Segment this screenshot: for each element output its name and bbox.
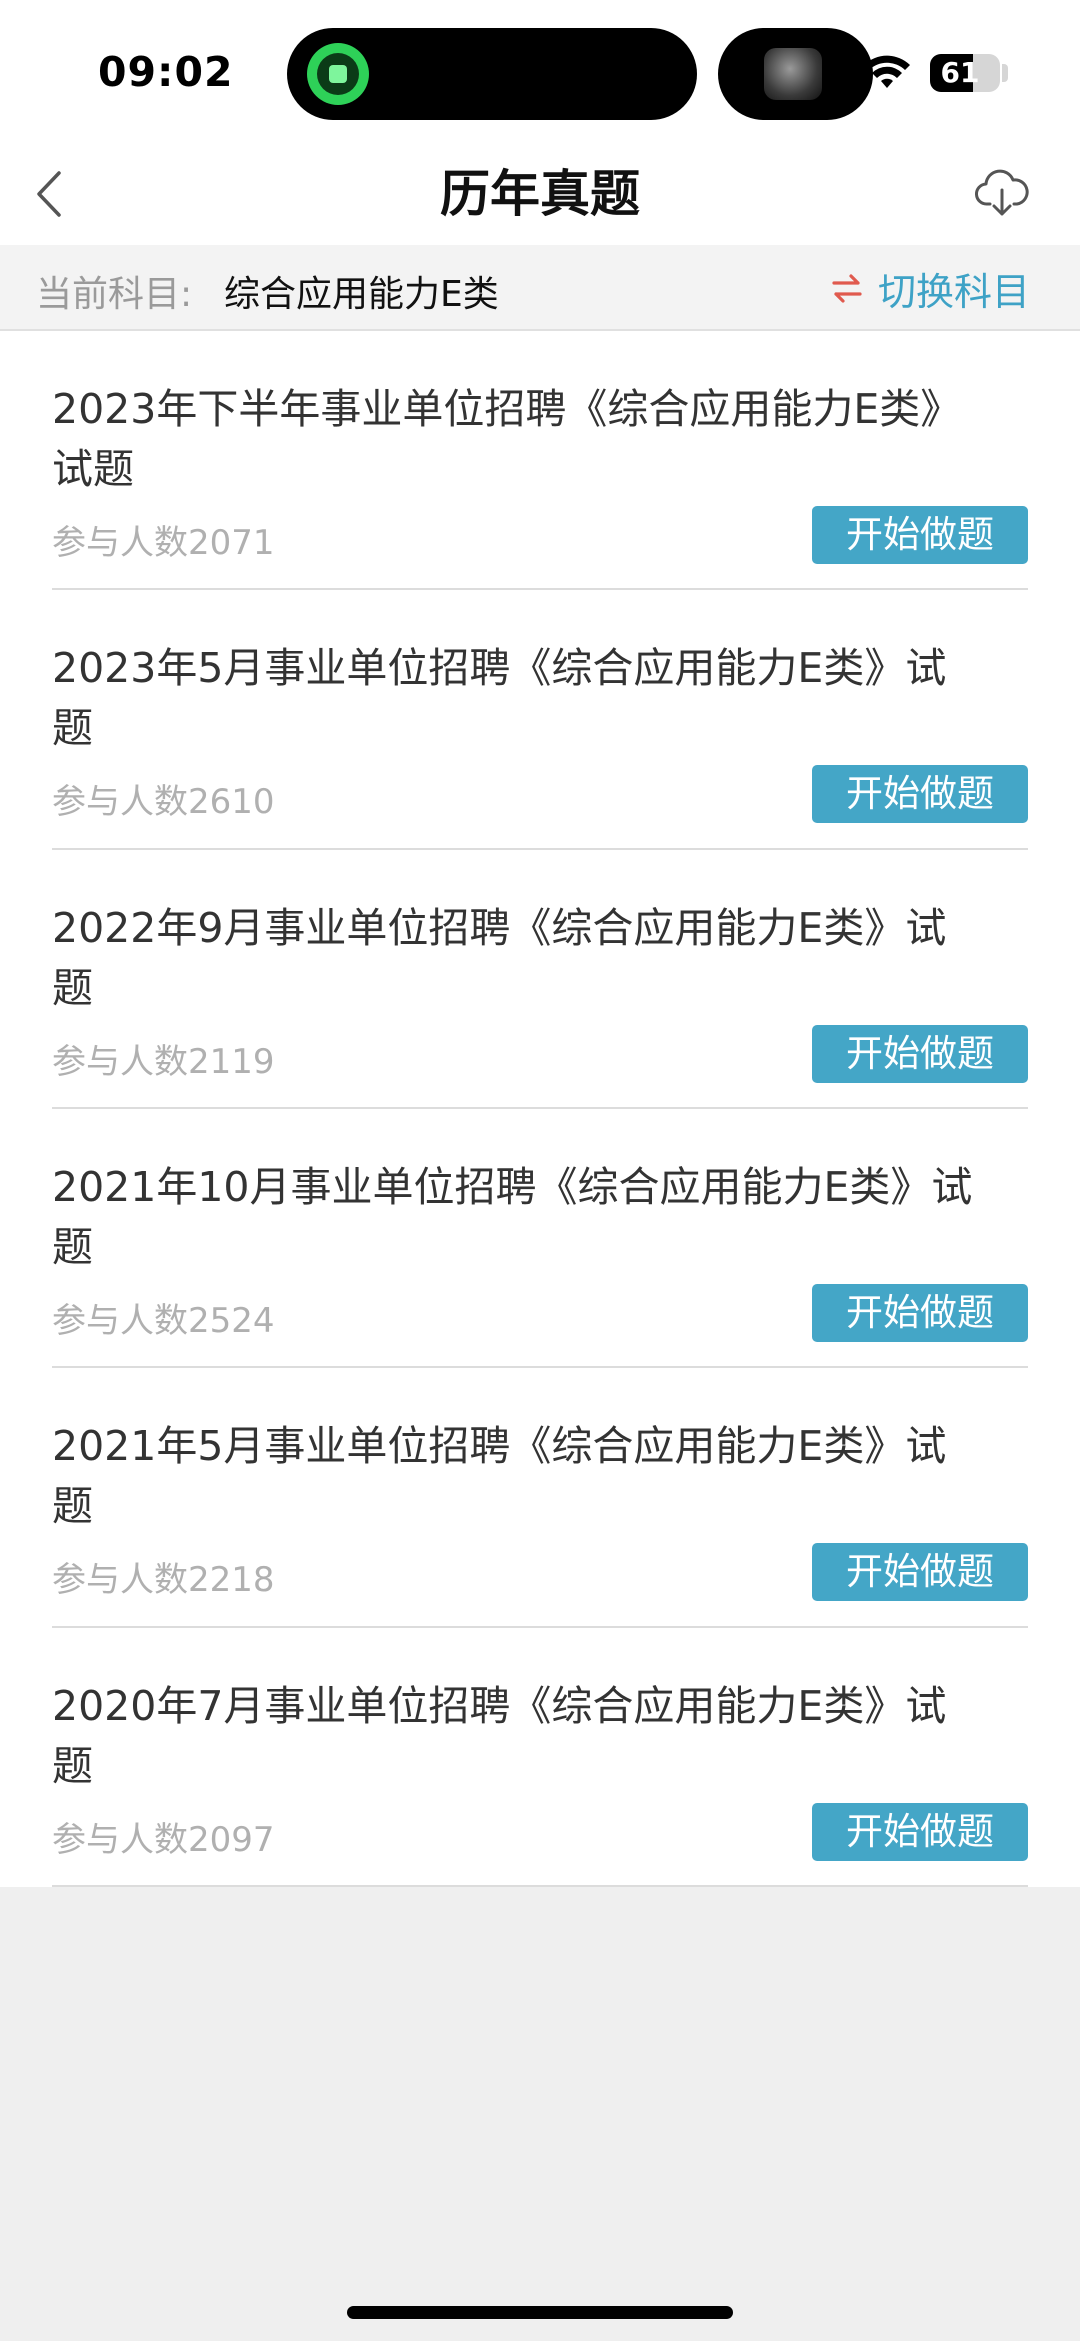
participant-count: 参与人数2218	[52, 1560, 275, 1601]
exam-title: 2023年5月事业单位招聘《综合应用能力E类》试题	[52, 644, 947, 753]
battery-icon: 61	[930, 54, 1000, 92]
exam-list-item[interactable]: 2021年10月事业单位招聘《综合应用能力E类》试题 参与人数2524 开始做题	[52, 1109, 1028, 1369]
exam-list: 2023年下半年事业单位招聘《综合应用能力E类》试题 参与人数2071 开始做题…	[0, 331, 1080, 1887]
start-exam-button[interactable]: 开始做题	[812, 506, 1028, 564]
dynamic-island-camera[interactable]	[718, 28, 873, 120]
exam-list-item[interactable]: 2021年5月事业单位招聘《综合应用能力E类》试题 参与人数2218 开始做题	[52, 1368, 1028, 1628]
recording-app-icon	[307, 43, 369, 105]
switch-subject-button[interactable]: 切换科目	[830, 259, 1030, 317]
battery-percent: 61	[940, 56, 980, 89]
exam-title: 2020年7月事业单位招聘《综合应用能力E类》试题	[52, 1681, 947, 1790]
participant-count: 参与人数2097	[52, 1819, 275, 1860]
subject-bar: 当前科目: 综合应用能力E类 切换科目	[0, 245, 1080, 331]
exam-list-item[interactable]: 2020年7月事业单位招聘《综合应用能力E类》试题 参与人数2097 开始做题	[52, 1628, 1028, 1887]
status-bar: 09:02 61	[0, 0, 1080, 140]
screen: 09:02 61 历年真题 当前科目: 综合应用能力E类 切换科目 2023年下…	[0, 0, 1080, 2341]
exam-list-item[interactable]: 2022年9月事业单位招聘《综合应用能力E类》试题 参与人数2119 开始做题	[52, 850, 1028, 1109]
camera-thumbnail	[764, 48, 822, 100]
start-exam-button[interactable]: 开始做题	[812, 1543, 1028, 1602]
exam-title: 2023年下半年事业单位招聘《综合应用能力E类》试题	[52, 385, 962, 493]
participant-count: 参与人数2610	[52, 782, 275, 823]
battery-cap	[1002, 64, 1008, 82]
cloud-download-icon	[975, 169, 1029, 216]
start-exam-button[interactable]: 开始做题	[812, 1283, 1028, 1342]
subject-label: 当前科目:	[36, 274, 193, 315]
exam-list-item[interactable]: 2023年下半年事业单位招聘《综合应用能力E类》试题 参与人数2071 开始做题	[52, 331, 1028, 591]
start-exam-button[interactable]: 开始做题	[812, 1802, 1028, 1861]
nav-bar: 历年真题	[0, 140, 1080, 245]
exam-title: 2021年5月事业单位招聘《综合应用能力E类》试题	[52, 1422, 947, 1531]
exam-title: 2021年10月事业单位招聘《综合应用能力E类》试题	[52, 1162, 973, 1271]
exam-list-item[interactable]: 2023年5月事业单位招聘《综合应用能力E类》试题 参与人数2610 开始做题	[52, 590, 1028, 850]
participant-count: 参与人数2119	[52, 1041, 275, 1082]
start-exam-button[interactable]: 开始做题	[812, 1024, 1028, 1083]
participant-count: 参与人数2071	[52, 523, 275, 563]
status-time: 09:02	[98, 48, 234, 96]
switch-subject-label: 切换科目	[878, 269, 1031, 314]
home-indicator[interactable]	[347, 2306, 733, 2319]
participant-count: 参与人数2524	[52, 1300, 275, 1341]
start-exam-button[interactable]: 开始做题	[812, 765, 1028, 824]
wifi-icon	[864, 55, 910, 88]
download-button[interactable]	[970, 162, 1034, 226]
swap-arrows-icon	[832, 274, 862, 303]
dynamic-island[interactable]	[287, 28, 697, 120]
page-title: 历年真题	[440, 165, 640, 223]
subject-value: 综合应用能力E类	[224, 274, 499, 315]
exam-title: 2022年9月事业单位招聘《综合应用能力E类》试题	[52, 903, 947, 1012]
